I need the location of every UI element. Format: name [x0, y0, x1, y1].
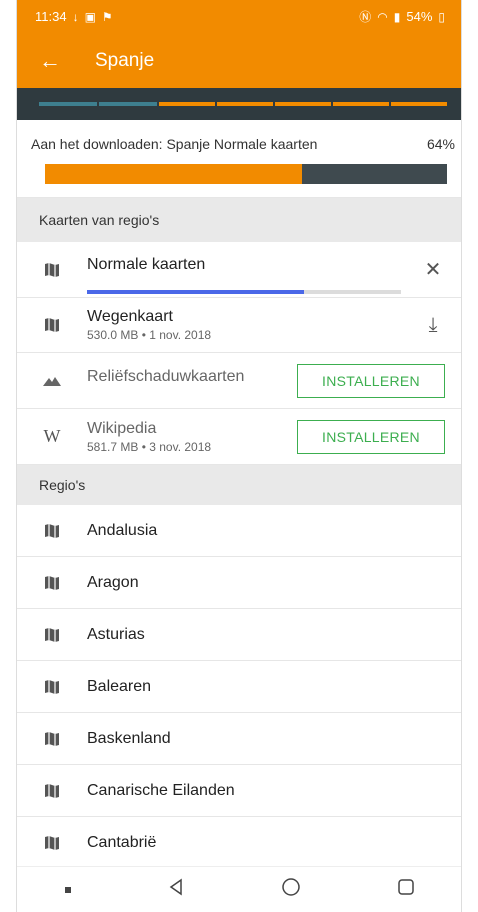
map-row-roads[interactable]: Wegenkaart 530.0 MB • 1 nov. 2018 ⤓	[17, 298, 461, 353]
back-arrow-icon[interactable]: ←	[39, 49, 69, 72]
segment	[159, 102, 215, 106]
region-row[interactable]: Asturias	[17, 609, 461, 661]
map-row-normal[interactable]: Normale kaarten ✕	[17, 242, 461, 298]
region-name: Balearen	[87, 677, 152, 695]
region-row[interactable]: Balearen	[17, 661, 461, 713]
region-list: Andalusia Aragon Asturias Balearen Baske…	[17, 505, 461, 869]
install-button[interactable]: INSTALLEREN	[297, 419, 445, 454]
wikipedia-icon: W	[43, 426, 61, 446]
download-percent: 64%	[426, 136, 455, 152]
map-progress-bar	[87, 290, 401, 294]
region-name: Aragon	[87, 573, 139, 591]
system-nav-bar	[17, 866, 461, 912]
map-icon	[17, 317, 87, 333]
region-name: Cantabrië	[87, 833, 157, 851]
map-meta: 581.7 MB • 3 nov. 2018	[87, 439, 212, 454]
app-bar: ← Spanje	[17, 33, 461, 88]
segment	[99, 102, 157, 106]
region-name: Asturias	[87, 625, 145, 643]
download-icon[interactable]: ⤓	[405, 314, 461, 337]
map-progress-fill	[87, 290, 304, 294]
install-button[interactable]: INSTALLEREN	[297, 363, 445, 398]
wifi-icon: ◠	[377, 9, 388, 24]
status-bar: 11:34 ↓ ▣ ⚑ Ⓝ ◠ ▮ 54% ▯	[17, 0, 461, 33]
map-row-relief[interactable]: Reliëfschaduwkaarten INSTALLEREN	[17, 353, 461, 409]
map-name: Wikipedia	[87, 419, 157, 437]
map-icon	[17, 783, 87, 799]
map-icon	[17, 679, 87, 695]
segment	[275, 102, 331, 106]
download-status: Aan het downloaden: Spanje Normale kaart…	[17, 120, 461, 198]
section-maps-label: Kaarten van regio's	[39, 212, 160, 228]
section-header-maps: Kaarten van regio's	[17, 198, 461, 242]
segment	[39, 102, 97, 106]
region-row[interactable]: Andalusia	[17, 505, 461, 557]
map-icon	[17, 731, 87, 747]
page-title: Spanje	[95, 49, 155, 71]
region-row[interactable]: Aragon	[17, 557, 461, 609]
download-progress-bar	[45, 164, 447, 184]
map-icon	[17, 523, 87, 539]
download-label: Aan het downloaden: Spanje Normale kaart…	[31, 136, 318, 152]
status-time: 11:34	[35, 9, 67, 24]
region-row[interactable]: Baskenland	[17, 713, 461, 765]
signal-icon: ▮	[393, 9, 401, 24]
download-progress-fill	[45, 164, 303, 184]
region-name: Canarische Eilanden	[87, 781, 235, 799]
region-name: Baskenland	[87, 729, 171, 747]
gallery-notification-icon: ▣	[84, 9, 96, 24]
map-name: Normale kaarten	[87, 255, 206, 273]
map-icon	[17, 627, 87, 643]
region-row[interactable]: Canarische Eilanden	[17, 765, 461, 817]
map-row-wikipedia[interactable]: W Wikipedia 581.7 MB • 3 nov. 2018 INSTA…	[17, 409, 461, 465]
nav-back-icon[interactable]	[167, 878, 185, 901]
segment	[217, 102, 273, 106]
battery-percent: 54%	[406, 9, 433, 24]
map-name: Reliëfschaduwkaarten	[87, 367, 245, 385]
map-icon	[17, 262, 87, 278]
battery-icon: ▯	[438, 9, 445, 24]
region-name: Andalusia	[87, 521, 158, 539]
section-regions-label: Regio's	[39, 477, 86, 493]
close-icon[interactable]: ✕	[405, 257, 461, 282]
segment	[333, 102, 389, 106]
section-header-regions: Regio's	[17, 465, 461, 505]
region-row[interactable]: Cantabrië	[17, 817, 461, 869]
nav-home-icon[interactable]	[281, 877, 301, 902]
map-name: Wegenkaart	[87, 308, 173, 325]
map-meta: 530.0 MB • 1 nov. 2018	[87, 328, 212, 342]
mountain-icon	[17, 375, 87, 387]
nfc-icon: Ⓝ	[359, 9, 372, 24]
download-notification-icon: ↓	[72, 9, 79, 24]
app-window: 11:34 ↓ ▣ ⚑ Ⓝ ◠ ▮ 54% ▯ ← Spanje Aan het…	[16, 0, 462, 912]
recents-dot-icon[interactable]	[65, 886, 71, 893]
map-icon	[17, 835, 87, 851]
map-icon	[17, 575, 87, 591]
segment	[391, 102, 447, 106]
nav-overview-icon[interactable]	[397, 878, 415, 901]
download-segments-strip	[17, 88, 461, 120]
flag-notification-icon: ⚑	[101, 9, 113, 24]
